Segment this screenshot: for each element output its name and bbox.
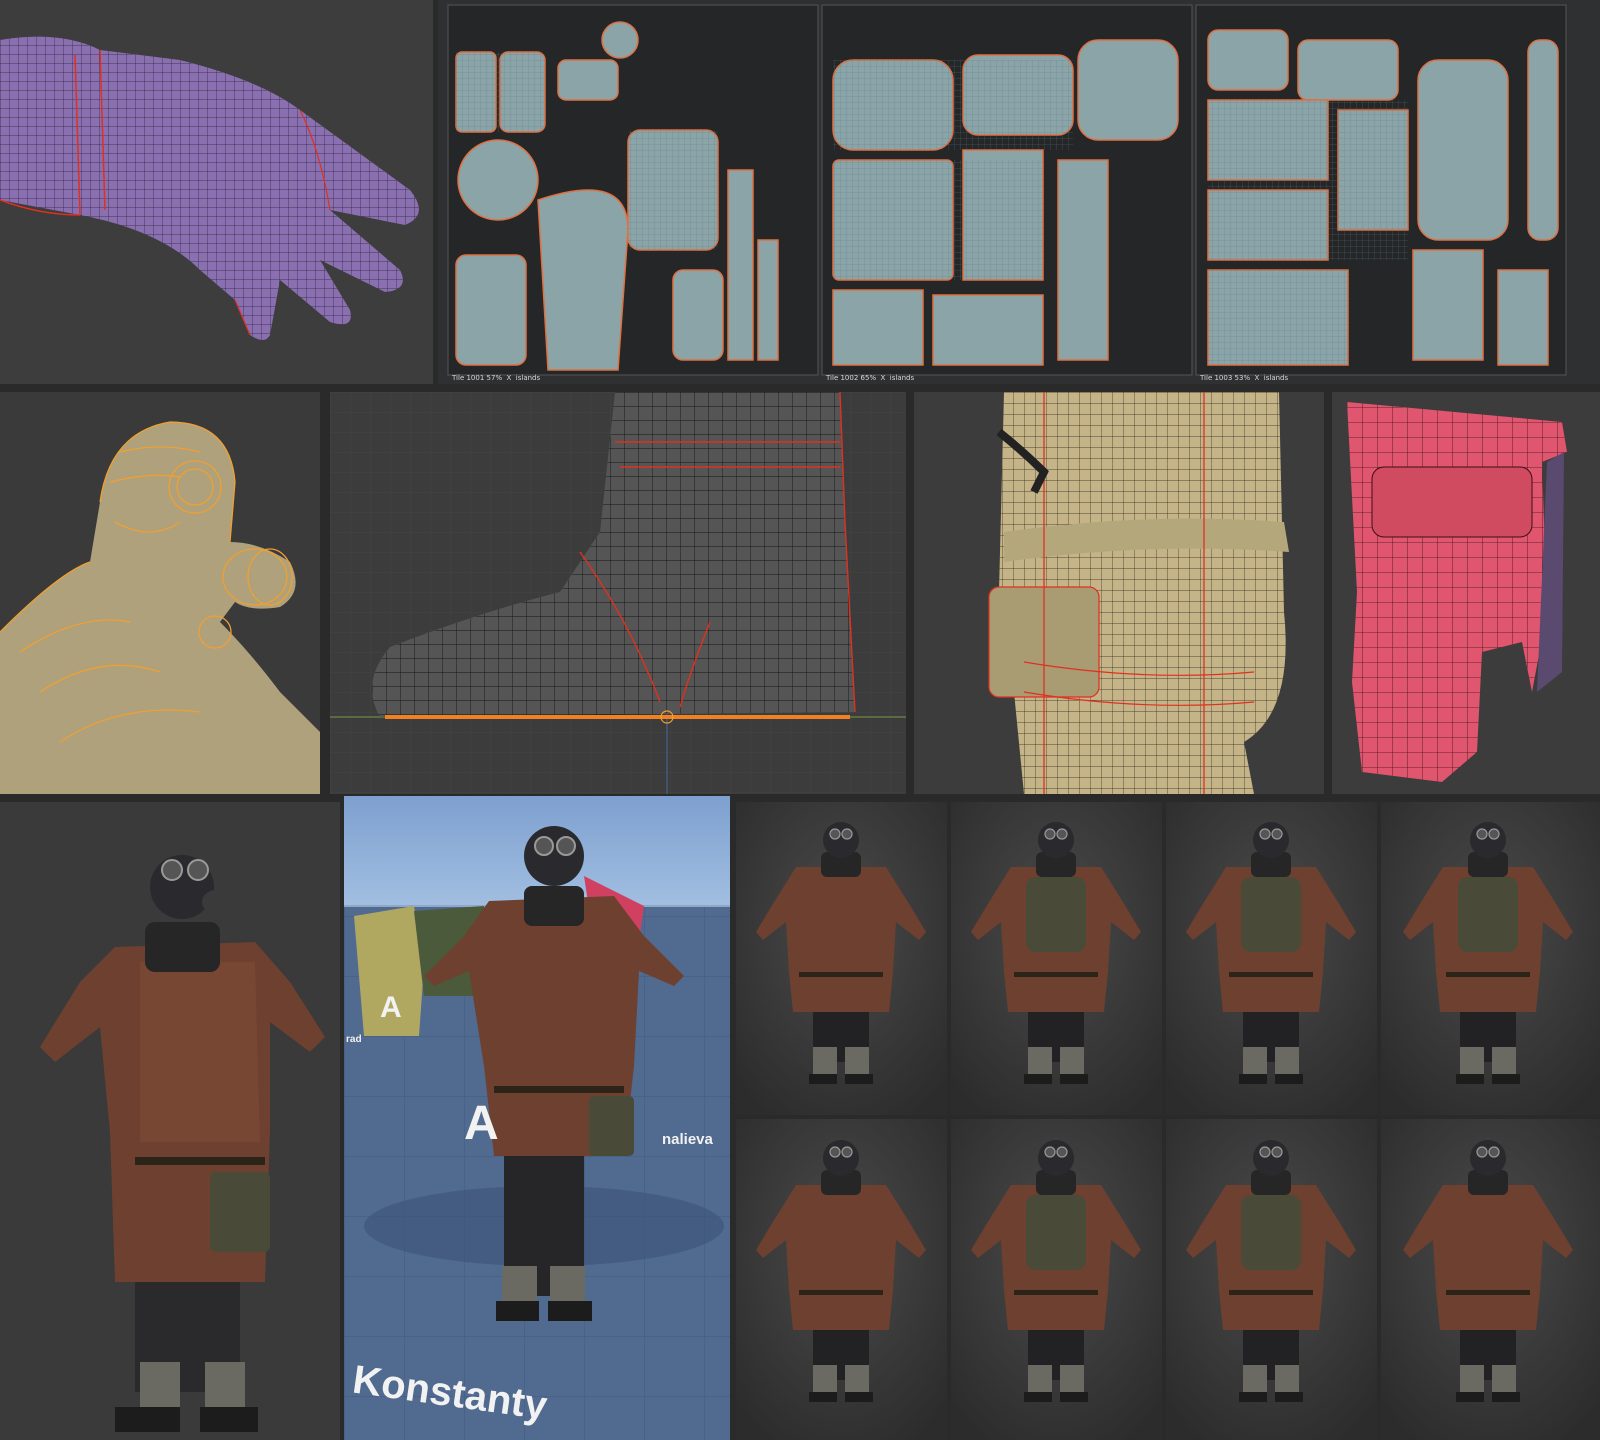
uv-tile-label: Tile 1001 (452, 374, 485, 382)
coat-pouch-mesh-viewport (914, 392, 1324, 794)
floor-letter-a-large: A (464, 1097, 499, 1150)
floor-letter-a: A (380, 991, 402, 1024)
turnaround-views (736, 802, 1600, 1440)
uv-tile-percent: 65% (860, 374, 877, 382)
glove-mesh (0, 36, 419, 341)
turnaround-grid (736, 802, 1600, 1440)
uv-layout-editor: Tile 1001 57% X islands Tile 1002 65% X … (438, 0, 1600, 384)
gas-mask-mesh (0, 421, 320, 794)
pouch-mesh (1347, 402, 1567, 782)
uv-tile-mode: islands (515, 374, 541, 382)
floor-small-label: rad (346, 1034, 362, 1045)
uv-tile-mode: islands (889, 374, 915, 382)
uv-tile-percent: 57% (486, 374, 503, 382)
boot-mesh-viewport (330, 392, 906, 794)
engine-lineup (344, 796, 730, 1440)
uv-tile-x: X (880, 374, 886, 382)
uv-tile-mode: islands (1263, 374, 1289, 382)
glove-mesh-viewport (0, 0, 433, 384)
uv-tile-x: X (506, 374, 512, 382)
uv-tile-label: Tile 1003 (1200, 374, 1233, 382)
floor-side-label: nalieva (662, 1131, 713, 1148)
gas-mask-character (30, 855, 335, 1432)
uv-islands (447, 4, 1567, 376)
uv-tile-label: Tile 1002 (826, 374, 859, 382)
coat-mesh (988, 392, 1289, 794)
engine-lineup-scene: Konstanty nalieva rad A A (344, 796, 730, 1440)
gas-mask-wireframe-viewport (0, 392, 320, 794)
uv-tile-percent: 53% (1234, 374, 1251, 382)
boot-mesh (330, 392, 906, 794)
character-render-front (0, 802, 340, 1440)
uv-tile-x: X (1254, 374, 1260, 382)
pouch-mesh-viewport (1332, 392, 1600, 794)
